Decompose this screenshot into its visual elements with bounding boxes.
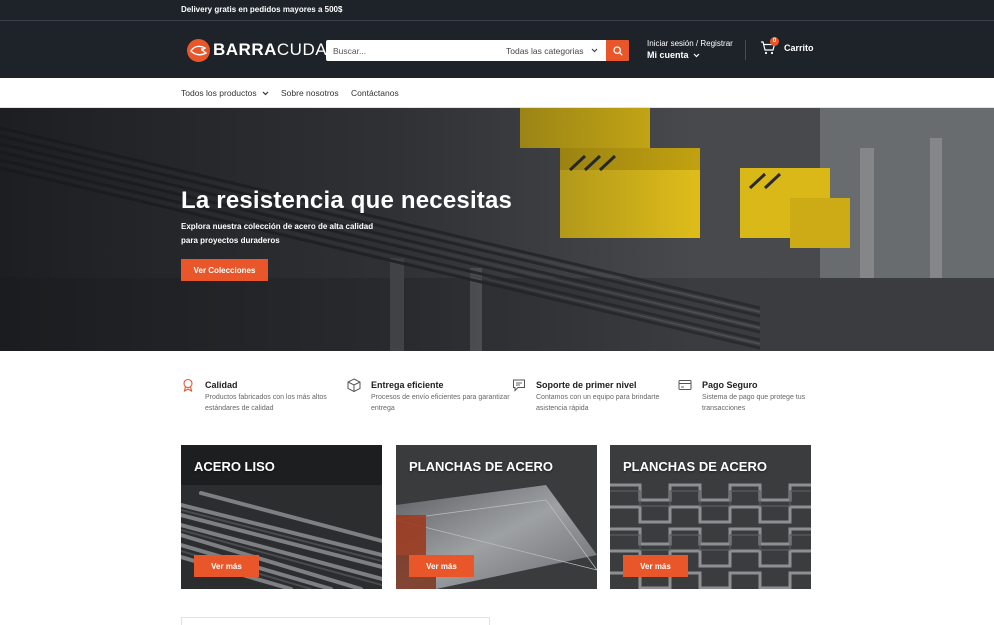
feature-description: Productos fabricados con los más altos e… bbox=[205, 394, 327, 412]
search-input[interactable] bbox=[326, 40, 496, 61]
feature-title: Entrega eficiente bbox=[371, 380, 444, 390]
next-section-box bbox=[181, 617, 490, 625]
hero-background-image bbox=[0, 108, 994, 351]
logo-text-light: CUDA bbox=[276, 40, 328, 59]
my-account-label: Mi cuenta bbox=[647, 50, 689, 60]
main-nav: Todos los productos Sobre nosotros Contá… bbox=[0, 78, 994, 108]
view-more-button[interactable]: Ver más bbox=[623, 555, 688, 577]
credit-card-icon bbox=[678, 380, 692, 390]
cart-count-badge: 0 bbox=[770, 37, 779, 46]
box-icon bbox=[347, 378, 361, 392]
site-header: BARRACUDA Todas las categorias Iniciar s… bbox=[0, 20, 994, 78]
hero-subtitle: Explora nuestra colección de acero de al… bbox=[181, 222, 374, 245]
cart-button[interactable]: 0 Carrito bbox=[760, 37, 814, 55]
collection-card-planchas-2[interactable]: PLANCHAS DE ACERO Ver más bbox=[610, 445, 811, 589]
search-button[interactable] bbox=[606, 40, 629, 61]
feature-description: Sistema de pago que protege tus transacc… bbox=[702, 394, 806, 412]
collection-title: PLANCHAS DE ACERO bbox=[623, 459, 767, 474]
chevron-down-icon bbox=[693, 53, 699, 57]
nav-item-about[interactable]: Sobre nosotros bbox=[281, 88, 339, 98]
nav-item-label: Contáctanos bbox=[351, 88, 399, 98]
award-icon bbox=[183, 378, 193, 392]
my-account-dropdown[interactable]: Mi cuenta bbox=[647, 50, 733, 60]
chevron-down-icon bbox=[262, 91, 269, 95]
cart-label: Carrito bbox=[784, 43, 814, 53]
nav-item-all-products[interactable]: Todos los productos bbox=[181, 88, 269, 98]
chevron-down-icon bbox=[591, 48, 597, 53]
nav-item-label: Todos los productos bbox=[181, 88, 257, 98]
collection-card-planchas-1[interactable]: PLANCHAS DE ACERO Ver más bbox=[396, 445, 597, 589]
search-bar: Todas las categorias bbox=[326, 40, 629, 61]
collection-title: PLANCHAS DE ACERO bbox=[409, 459, 553, 474]
feature-title: Pago Seguro bbox=[702, 380, 758, 390]
collection-title: ACERO LISO bbox=[194, 459, 275, 474]
login-link[interactable]: Iniciar sesión bbox=[647, 39, 694, 48]
hero-banner: La resistencia que necesitas Explora nue… bbox=[0, 108, 994, 351]
nav-item-label: Sobre nosotros bbox=[281, 88, 339, 98]
search-icon bbox=[612, 45, 623, 56]
view-more-button[interactable]: Ver más bbox=[409, 555, 474, 577]
announcement-bar: Delivery gratis en pedidos mayores a 500… bbox=[0, 0, 994, 20]
announcement-text: Delivery gratis en pedidos mayores a 500… bbox=[181, 5, 343, 14]
view-more-button[interactable]: Ver más bbox=[194, 555, 259, 577]
account-menu: Iniciar sesión / Registrar Mi cuenta bbox=[647, 39, 733, 60]
collection-card-acero-liso[interactable]: ACERO LISO Ver más bbox=[181, 445, 382, 589]
barracuda-fish-icon bbox=[187, 38, 210, 62]
features-row: Calidad Productos fabricados con los más… bbox=[0, 372, 994, 422]
cart-icon: 0 bbox=[760, 37, 779, 55]
header-divider bbox=[745, 40, 746, 60]
feature-description: Contamos con un equipo para brindarte as… bbox=[536, 394, 660, 412]
logo[interactable]: BARRACUDA bbox=[187, 38, 327, 62]
view-collections-button[interactable]: Ver Colecciones bbox=[181, 259, 268, 281]
chat-icon bbox=[513, 379, 525, 392]
nav-item-contact[interactable]: Contáctanos bbox=[351, 88, 399, 98]
feature-description: Procesos de envío eficientes para garant… bbox=[371, 394, 510, 412]
category-select-value: Todas las categorias bbox=[506, 45, 584, 56]
feature-title: Calidad bbox=[205, 380, 238, 390]
register-link[interactable]: Registrar bbox=[700, 39, 732, 48]
logo-wordmark: BARRACUDA bbox=[213, 40, 327, 60]
hero-title: La resistencia que necesitas bbox=[181, 187, 513, 214]
feature-title: Soporte de primer nivel bbox=[536, 380, 637, 390]
category-select[interactable]: Todas las categorias bbox=[506, 40, 598, 61]
logo-text-bold: BARRA bbox=[213, 40, 277, 59]
